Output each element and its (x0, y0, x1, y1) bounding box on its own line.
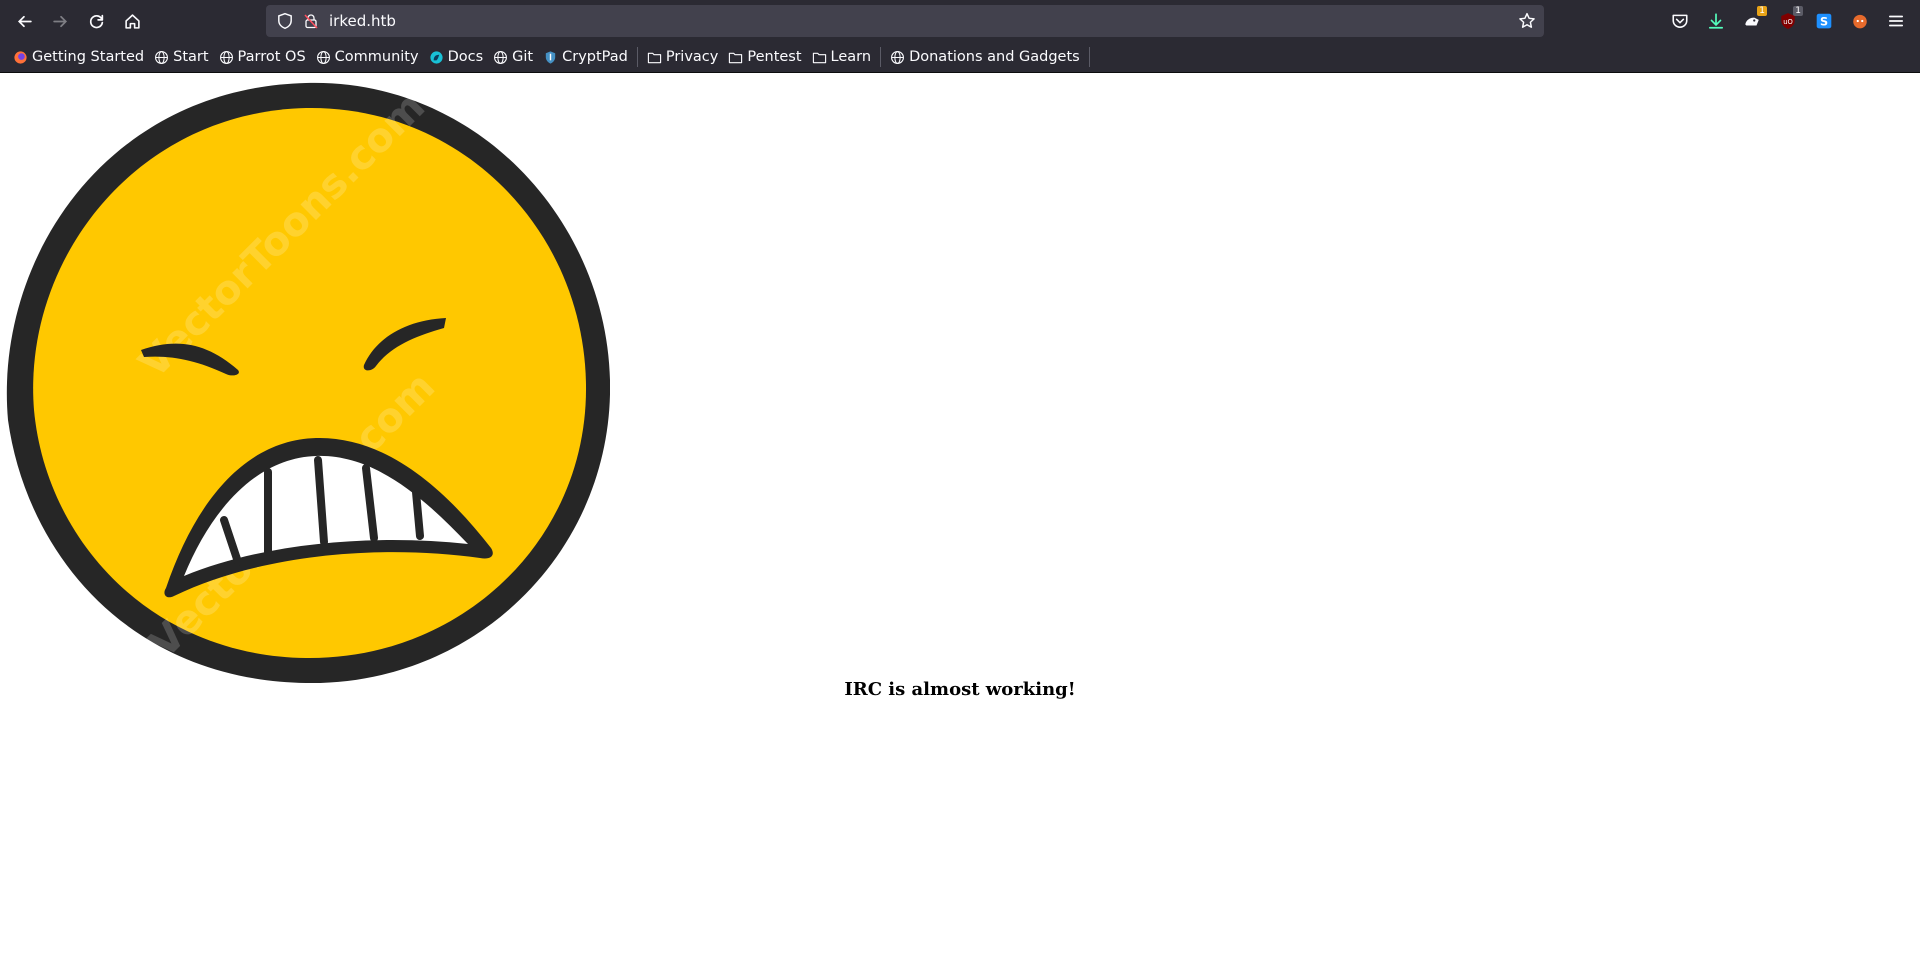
home-icon (124, 13, 140, 29)
bookmark-label: Parrot OS (237, 49, 306, 65)
globe-icon (316, 50, 330, 64)
bookmark-parrot-os[interactable]: Parrot OS (214, 45, 311, 69)
bookmark-star-icon[interactable] (1518, 12, 1536, 30)
url-text[interactable]: irked.htb (329, 12, 396, 30)
svg-text:uO: uO (1783, 18, 1793, 26)
bookmark-label: Git (512, 49, 534, 65)
extension-badge: 1 (1757, 6, 1767, 16)
page-message: IRC is almost working! (844, 679, 1076, 700)
folder-icon (812, 52, 826, 63)
insecure-lock-icon[interactable] (303, 13, 319, 29)
bookmark-label: Learn (830, 49, 872, 65)
shield-icon (545, 50, 556, 64)
url-bar[interactable]: irked.htb (266, 5, 1544, 37)
globe-icon (494, 50, 508, 64)
bookmark-separator (1088, 47, 1090, 67)
bookmark-label: Donations and Gadgets (909, 49, 1080, 65)
bookmark-donations-and-gadgets[interactable]: Donations and Gadgets (885, 45, 1085, 69)
bookmark-label: Getting Started (32, 49, 145, 65)
foxyproxy-icon (1853, 14, 1867, 29)
firefox-icon (14, 50, 27, 64)
reload-icon (89, 14, 103, 28)
pocket-button[interactable] (1662, 3, 1698, 39)
bookmark-getting-started[interactable]: Getting Started (8, 45, 149, 69)
downloads-button[interactable] (1698, 3, 1734, 39)
hamburger-menu-icon (1888, 15, 1904, 27)
reload-button[interactable] (78, 3, 114, 39)
forward-button[interactable] (42, 3, 78, 39)
home-button[interactable] (114, 3, 150, 39)
bookmark-label: Docs (447, 49, 484, 65)
bookmark-git[interactable]: Git (488, 45, 538, 69)
app-menu-button[interactable] (1878, 3, 1914, 39)
toolbar-right-icons: 1 uO 1 S (1662, 0, 1920, 42)
parrot-icon (429, 50, 443, 64)
arrow-right-icon (52, 15, 67, 27)
globe-icon (219, 50, 233, 64)
extension-button-s[interactable]: S (1806, 3, 1842, 39)
bookmark-folder-pentest[interactable]: Pentest (723, 45, 806, 69)
bookmarks-toolbar: Getting Started Start Parrot OS Communit… (0, 42, 1920, 73)
bookmark-cryptpad[interactable]: CryptPad (538, 45, 633, 69)
bookmark-label: CryptPad (562, 49, 628, 65)
extension-button-fox[interactable] (1842, 3, 1878, 39)
bookmark-separator (880, 47, 882, 67)
download-icon (1708, 13, 1724, 29)
bookmark-folder-learn[interactable]: Learn (807, 45, 877, 69)
bookmark-community[interactable]: Community (311, 45, 424, 69)
web-page: VectorToons.com VectorToons.com IRC is a… (0, 73, 1920, 957)
bookmark-start[interactable]: Start (149, 45, 213, 69)
bookmark-separator (636, 47, 638, 67)
extension-button-1[interactable]: 1 (1734, 3, 1770, 39)
bookmark-label: Community (334, 49, 419, 65)
tracking-protection-shield-icon[interactable] (276, 12, 294, 30)
svg-text:S: S (1820, 16, 1828, 29)
folder-icon (647, 52, 662, 63)
folder-icon (729, 52, 743, 63)
grimacing-face-image: VectorToons.com VectorToons.com (6, 82, 610, 684)
back-button[interactable] (6, 3, 42, 39)
globe-icon (155, 50, 169, 64)
s-extension-icon: S (1816, 13, 1832, 29)
bookmark-label: Start (173, 49, 209, 65)
ublock-button[interactable]: uO 1 (1770, 3, 1806, 39)
pocket-icon (1672, 14, 1688, 28)
browser-toolbar: irked.htb 1 uO 1 S (0, 0, 1920, 42)
ublock-badge: 1 (1793, 6, 1803, 16)
globe-icon (891, 50, 905, 64)
arrow-left-icon (17, 15, 32, 27)
bookmark-label: Privacy (665, 49, 719, 65)
bookmark-folder-privacy[interactable]: Privacy (642, 45, 724, 69)
bookmark-label: Pentest (747, 49, 802, 65)
bookmark-docs[interactable]: Docs (424, 45, 489, 69)
